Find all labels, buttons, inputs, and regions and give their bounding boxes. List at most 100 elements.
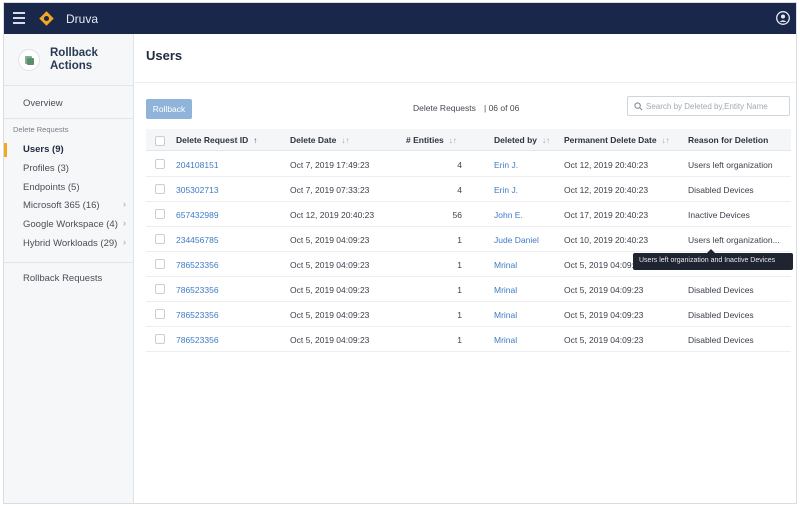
table-row[interactable]: 786523356 Oct 5, 2019 04:09:23 1 Mrinal … [146,302,791,327]
sort-icon[interactable]: ↓↑ [542,136,550,145]
top-bar: Druva [4,3,796,34]
column-header-reason[interactable]: Reason for Deletion [688,135,768,145]
deleted-by-link[interactable]: Jude Daniel [494,235,539,245]
deleted-by-link[interactable]: Mrinal [494,335,517,345]
deletion-reason: Inactive Devices [688,210,750,220]
delete-date: Oct 5, 2019 04:09:23 [290,310,370,320]
search-input[interactable] [646,99,786,113]
row-checkbox[interactable] [155,259,165,269]
table-row[interactable]: 786523356 Oct 5, 2019 04:09:23 1 Mrinal … [146,327,791,352]
permanent-delete-date: Oct 10, 2019 20:40:23 [564,235,649,245]
sidebar-item-profiles[interactable]: Profiles (3) [23,163,69,174]
permanent-delete-date: Oct 17, 2019 20:40:23 [564,210,649,220]
table-row[interactable]: 305302713 Oct 7, 2019 07:33:23 4 Erin J.… [146,177,791,202]
search-icon [634,102,643,111]
sidebar-title: Rollback Actions [50,47,98,72]
deleted-by-link[interactable]: John E. [494,210,523,220]
permanent-delete-date: Oct 5, 2019 04:09:23 [564,335,644,345]
chevron-right-icon[interactable]: › [123,199,126,209]
request-id-link[interactable]: 786523356 [176,260,219,270]
permanent-delete-date: Oct 12, 2019 20:40:23 [564,160,649,170]
sidebar-divider [4,118,134,119]
hamburger-menu-icon[interactable] [13,12,25,24]
row-checkbox[interactable] [155,209,165,219]
sort-icon[interactable]: ↓↑ [341,136,349,145]
deletion-reason: Disabled Devices [688,185,754,195]
column-header-permanent-delete-date[interactable]: Permanent Delete Date ↓↑ [564,135,670,145]
entities-count: 1 [457,310,462,320]
reason-tooltip: Users left organization and Inactive Dev… [633,249,793,270]
sidebar-item-users[interactable]: Users (9) [23,144,64,155]
search-box[interactable] [627,96,790,116]
table-row[interactable]: 657432989 Oct 12, 2019 20:40:23 56 John … [146,202,791,227]
request-id-link[interactable]: 786523356 [176,285,219,295]
column-header-deleted-by[interactable]: Deleted by ↓↑ [494,135,550,145]
sidebar: Rollback Actions Overview Delete Request… [4,34,134,503]
sort-icon[interactable]: ↓↑ [449,136,457,145]
permanent-delete-date: Oct 5, 2019 04:09:23 [564,310,644,320]
request-id-link[interactable]: 305302713 [176,185,219,195]
main-content: Users Rollback Delete Requests | 06 of 0… [135,34,796,503]
permanent-delete-date: Oct 5, 2019 04:09:23 [564,285,644,295]
row-checkbox[interactable] [155,234,165,244]
sidebar-item-hybrid-workloads[interactable]: Hybrid Workloads (29) [23,238,117,249]
druva-logo [39,11,54,26]
deleted-by-link[interactable]: Erin J. [494,160,518,170]
page-title: Users [146,48,183,63]
deleted-by-link[interactable]: Mrinal [494,310,517,320]
row-checkbox[interactable] [155,284,165,294]
table-row[interactable]: 786523356 Oct 5, 2019 04:09:23 1 Mrinal … [146,277,791,302]
rollback-button[interactable]: Rollback [146,99,192,119]
delete-date: Oct 7, 2019 07:33:23 [290,185,370,195]
chevron-right-icon[interactable]: › [123,218,126,228]
column-header-delete-request-id[interactable]: Delete Request ID ↑ [176,135,257,145]
select-all-checkbox[interactable] [155,136,165,146]
entities-count: 1 [457,235,462,245]
delete-date: Oct 5, 2019 04:09:23 [290,260,370,270]
sidebar-item-google-workspace[interactable]: Google Workspace (4) [23,219,118,230]
request-id-link[interactable]: 204108151 [176,160,219,170]
table-row[interactable]: 234456785 Oct 5, 2019 04:09:23 1 Jude Da… [146,227,791,252]
sidebar-divider [4,262,134,263]
row-checkbox[interactable] [155,309,165,319]
sidebar-section-label: Delete Requests [13,125,69,134]
deleted-by-link[interactable]: Erin J. [494,185,518,195]
chevron-right-icon[interactable]: › [123,237,126,247]
row-checkbox[interactable] [155,184,165,194]
entities-count: 1 [457,260,462,270]
sidebar-item-rollback-requests[interactable]: Rollback Requests [23,273,102,284]
delete-date: Oct 7, 2019 17:49:23 [290,160,370,170]
entities-count: 1 [457,335,462,345]
sidebar-header: Rollback Actions [4,34,134,86]
user-account-icon[interactable] [776,11,790,25]
permanent-delete-date: Oct 12, 2019 20:40:23 [564,185,649,195]
table-row[interactable]: 204108151 Oct 7, 2019 17:49:23 4 Erin J.… [146,152,791,177]
column-header-delete-date[interactable]: Delete Date ↓↑ [290,135,349,145]
sort-icon[interactable]: ↓↑ [662,136,670,145]
deletion-reason: Disabled Devices [688,285,754,295]
column-header-entities[interactable]: # Entities ↓↑ [406,135,457,145]
sort-up-icon[interactable]: ↑ [253,136,257,145]
row-checkbox[interactable] [155,159,165,169]
request-id-link[interactable]: 657432989 [176,210,219,220]
sidebar-item-overview[interactable]: Overview [23,98,63,109]
entities-count: 56 [452,210,462,220]
deletion-reason[interactable]: Users left organization... [688,235,780,245]
request-id-link[interactable]: 234456785 [176,235,219,245]
deletion-reason: Disabled Devices [688,310,754,320]
request-id-link[interactable]: 786523356 [176,310,219,320]
permanent-delete-date: Oct 5, 2019 04:09:23 [564,260,644,270]
entities-count: 1 [457,285,462,295]
request-id-link[interactable]: 786523356 [176,335,219,345]
sidebar-item-microsoft-365[interactable]: Microsoft 365 (16) [23,200,100,211]
row-checkbox[interactable] [155,334,165,344]
delete-date: Oct 5, 2019 04:09:23 [290,235,370,245]
table-header: Delete Request ID ↑ Delete Date ↓↑ # Entit… [146,129,791,151]
sidebar-item-endpoints[interactable]: Endpoints (5) [23,182,80,193]
brand-name: Druva [66,12,99,26]
title-divider [135,82,796,83]
deleted-by-link[interactable]: Mrinal [494,260,517,270]
delete-date: Oct 5, 2019 04:09:23 [290,285,370,295]
deletion-reason: Users left organization [688,160,773,170]
deleted-by-link[interactable]: Mrinal [494,285,517,295]
